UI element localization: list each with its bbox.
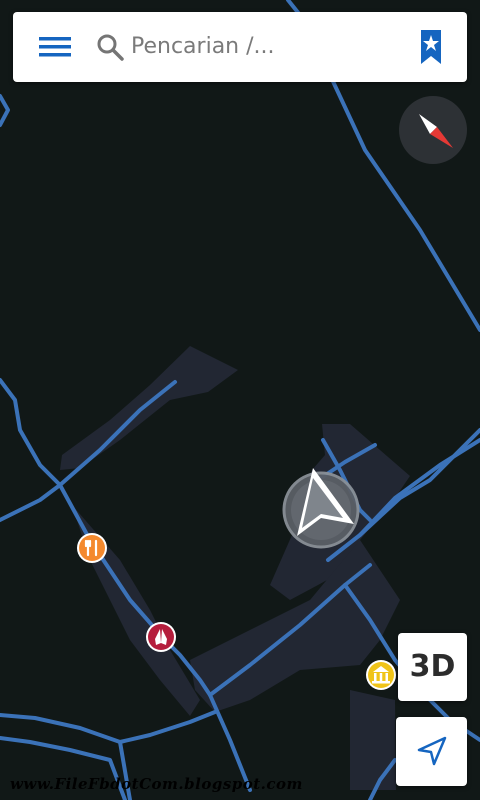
search-icon: [97, 34, 124, 61]
search-bar[interactable]: Pencarian /...: [13, 12, 467, 82]
3d-view-button[interactable]: 3D: [398, 633, 467, 701]
search-input[interactable]: Pencarian /...: [131, 12, 275, 82]
bookmark-star-icon[interactable]: [409, 26, 453, 68]
map-areas: [60, 346, 410, 790]
locate-me-button[interactable]: [396, 717, 467, 786]
compass-icon: [419, 114, 453, 148]
restaurant-poi[interactable]: [77, 533, 107, 563]
watermark-text: www.FileFbdotCom.blogspot.com: [10, 775, 303, 793]
hamburger-menu-icon[interactable]: [37, 31, 73, 63]
navigation-arrow-icon: [417, 736, 447, 766]
government-poi[interactable]: [366, 660, 396, 690]
compass-button[interactable]: [399, 96, 467, 164]
religious-poi[interactable]: [146, 622, 176, 652]
